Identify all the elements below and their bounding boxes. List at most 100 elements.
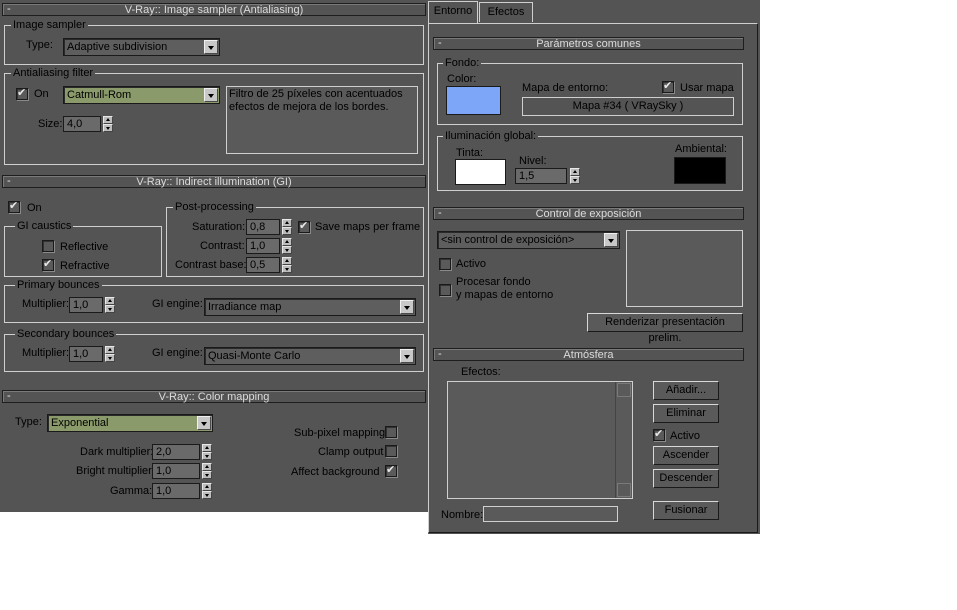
process-bg-label-1: Procesar fondo [456,276,531,288]
gi-caustics-title: GI caustics [15,219,74,233]
spinner-arrows-icon[interactable] [282,219,292,235]
spinner-arrows-icon[interactable] [105,297,115,313]
secondary-engine-label: GI engine: [152,347,203,359]
primary-engine-dropdown[interactable]: Irradiance map [204,298,416,316]
tab-efectos[interactable]: Efectos [479,2,533,22]
scrollbar[interactable] [615,382,632,498]
bright-multiplier-label: Bright multiplier: [76,465,155,477]
refractive-checkbox[interactable] [42,257,54,271]
affect-background-label: Affect background [291,466,380,478]
saturation-label: Saturation: [192,221,246,233]
dark-multiplier-spinner[interactable]: 2,0 [152,444,214,460]
atmosphere-active-label: Activo [670,430,700,442]
spinner-arrows-icon[interactable] [282,257,292,273]
image-sampler-rollout-header[interactable]: - V-Ray:: Image sampler (Antialiasing) [2,3,426,16]
tint-color-swatch[interactable] [455,159,506,185]
chevron-down-icon [604,233,618,247]
contrast-spinner[interactable]: 1,0 [246,238,294,254]
aa-on-label: On [34,88,49,100]
primary-multiplier-spinner[interactable]: 1,0 [69,297,117,313]
background-color-swatch[interactable] [446,86,501,115]
use-map-label: Usar mapa [680,82,734,94]
delete-button[interactable]: Eliminar [653,404,719,423]
level-label: Nivel: [519,155,547,167]
exposure-type-dropdown[interactable]: <sin control de exposición> [437,231,620,249]
move-up-button[interactable]: Ascender [653,446,719,465]
exposure-control-header[interactable]: - Control de exposición [433,207,744,220]
use-map-checkbox[interactable] [662,79,674,93]
gi-rollout-header[interactable]: - V-Ray:: Indirect illumination (GI) [2,175,426,188]
collapse-icon: - [7,390,11,402]
spinner-arrows-icon[interactable] [103,116,113,132]
process-bg-label-2: y mapas de entorno [456,289,554,301]
env-map-label: Mapa de entorno: [522,82,609,94]
secondary-multiplier-spinner[interactable]: 1,0 [69,346,117,362]
spinner-arrows-icon[interactable] [282,238,292,254]
collapse-icon: - [7,3,11,15]
atmosphere-active-checkbox[interactable] [653,427,665,441]
save-maps-label: Save maps per frame [315,221,421,233]
process-bg-checkbox[interactable] [439,284,451,296]
chevron-down-icon [204,88,218,102]
image-sampler-group-title: Image sampler [11,18,88,32]
secondary-bounces-title: Secondary bounces [15,327,117,341]
spinner-arrows-icon[interactable] [105,346,115,362]
spinner-arrows-icon[interactable] [202,483,212,499]
contrast-base-spinner[interactable]: 0,5 [246,257,294,273]
scroll-up-icon[interactable] [617,383,631,397]
secondary-engine-dropdown[interactable]: Quasi-Monte Carlo [204,347,416,365]
subpixel-checkbox[interactable] [385,426,397,438]
level-spinner[interactable]: 1,5 [515,168,583,184]
effects-list[interactable] [447,381,633,499]
atmosphere-header[interactable]: - Atmósfera [433,348,744,361]
render-preview-button[interactable]: Renderizar presentación prelim. [587,313,743,344]
spinner-arrows-icon[interactable] [202,444,212,460]
gi-on-label: On [27,202,42,214]
gi-on-checkbox[interactable] [8,199,20,213]
add-button[interactable]: Añadir... [653,381,719,400]
exposure-preview-box [626,230,743,307]
spinner-arrows-icon[interactable] [570,168,580,184]
affect-background-checkbox[interactable] [385,463,397,477]
save-maps-checkbox[interactable] [298,219,310,233]
scroll-down-icon[interactable] [617,483,631,497]
aa-filter-dropdown[interactable]: Catmull-Rom [63,86,220,104]
collapse-icon: - [438,37,442,49]
clamp-output-checkbox[interactable] [385,445,397,457]
exposure-active-checkbox[interactable] [439,258,451,270]
ambient-label: Ambiental: [675,143,727,155]
name-input[interactable] [483,506,618,522]
primary-engine-label: GI engine: [152,298,203,310]
size-label: Size: [38,118,63,130]
aa-on-checkbox[interactable] [16,86,28,100]
merge-button[interactable]: Fusionar [653,501,719,520]
image-sampler-header-label: V-Ray:: Image sampler (Antialiasing) [124,4,304,16]
color-label: Color: [447,73,477,85]
exposure-active-label: Activo [456,258,486,270]
post-processing-title: Post-processing [173,200,256,214]
color-mapping-rollout-header[interactable]: - V-Ray:: Color mapping [2,390,426,403]
ambient-color-swatch[interactable] [674,157,726,184]
cm-type-dropdown[interactable]: Exponential [47,414,213,432]
collapse-icon: - [438,207,442,219]
image-sampler-type-dropdown[interactable]: Adaptive subdivision [63,38,220,56]
chevron-down-icon [197,416,211,430]
name-label: Nombre: [441,509,484,521]
env-map-button[interactable]: Mapa #34 ( VRaySky ) [522,97,734,116]
move-down-button[interactable]: Descender [653,469,719,488]
bright-multiplier-spinner[interactable]: 1,0 [152,463,214,479]
gamma-spinner[interactable]: 1,0 [152,483,214,499]
common-params-header[interactable]: - Parámetros comunes [433,37,744,50]
contrast-base-label: Contrast base: [175,259,247,271]
spinner-arrows-icon[interactable] [202,463,212,479]
effects-label: Efectos: [461,366,501,378]
secondary-multiplier-label: Multiplier: [22,347,70,359]
reflective-checkbox[interactable] [42,240,54,252]
size-spinner[interactable]: 4,0 [63,116,115,132]
tab-entorno[interactable]: Entorno [428,1,478,23]
reflective-label: Reflective [60,241,109,253]
fondo-title: Fondo: [443,56,482,70]
saturation-spinner[interactable]: 0,8 [246,219,294,235]
dark-multiplier-label: Dark multiplier: [80,446,154,458]
primary-multiplier-label: Multiplier: [22,298,70,310]
